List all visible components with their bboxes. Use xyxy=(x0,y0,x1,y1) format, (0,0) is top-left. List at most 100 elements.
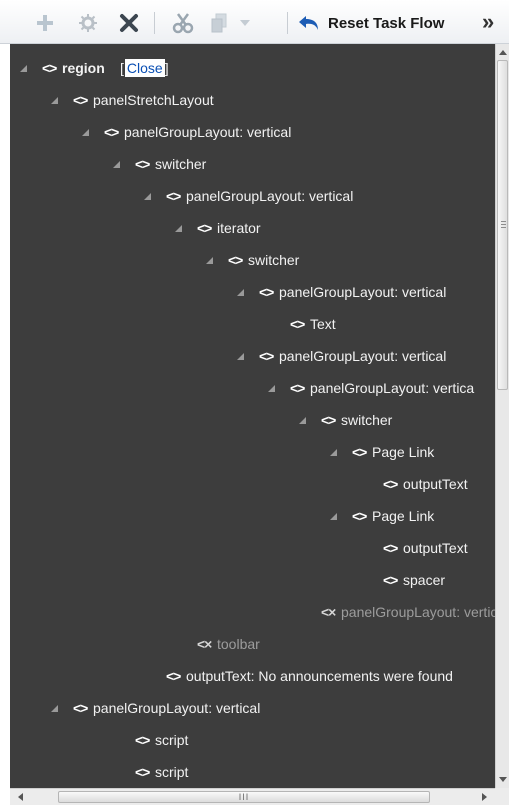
tree-node[interactable]: <> panelGroupLayout: vertical xyxy=(10,692,495,724)
tree-node-label: panelGroupLayout: vertical xyxy=(124,124,292,140)
scroll-right-arrow-icon[interactable] xyxy=(482,793,487,801)
tree-node[interactable]: <> outputText xyxy=(10,468,495,500)
component-icon: <> xyxy=(197,220,212,236)
expand-triangle-icon[interactable] xyxy=(51,705,58,712)
tree-node[interactable]: <> switcher xyxy=(10,244,495,276)
component-icon: <> xyxy=(166,188,181,204)
component-icon: <> xyxy=(290,316,305,332)
tree-node[interactable]: <> Page Link xyxy=(10,500,495,532)
hidden-component-icon: <× xyxy=(321,604,336,620)
copy-icon xyxy=(211,13,227,33)
undo-arrow-icon xyxy=(299,16,318,30)
tree-node-label: panelGroupLayout: vertica xyxy=(310,380,475,396)
component-icon: <> xyxy=(383,476,398,492)
expand-triangle-icon[interactable] xyxy=(20,65,27,72)
toolbar-separator xyxy=(154,12,155,34)
toolbar: Reset Task Flow » xyxy=(0,0,509,44)
tree-node[interactable]: <> panelGroupLayout: vertical xyxy=(10,180,495,212)
toolbar-overflow-button[interactable]: » xyxy=(482,11,494,33)
tree-node[interactable]: <> iterator xyxy=(10,212,495,244)
tree-node[interactable]: <> script xyxy=(10,724,495,756)
expand-triangle-icon[interactable] xyxy=(82,129,89,136)
tree-node-label: panelGroupLayout: vertical xyxy=(93,700,261,716)
delete-button[interactable] xyxy=(116,10,142,36)
tree-node-label: outputText: No announcements were found xyxy=(186,668,453,684)
tree-node[interactable]: <× panelGroupLayout: vertica xyxy=(10,596,495,628)
component-icon: <> xyxy=(259,348,274,364)
expand-triangle-icon[interactable] xyxy=(113,161,120,168)
scroll-left-arrow-icon[interactable] xyxy=(18,793,23,801)
tree-node[interactable]: <× toolbar xyxy=(10,628,495,660)
copy-button[interactable] xyxy=(208,10,230,36)
tree-node-label: panelGroupLayout: vertical xyxy=(279,284,447,300)
expand-triangle-icon[interactable] xyxy=(330,449,337,456)
tree-node-label: switcher xyxy=(248,252,300,268)
expand-triangle-icon[interactable] xyxy=(144,193,151,200)
tree-node[interactable]: <> Page Link xyxy=(10,436,495,468)
paste-dropdown-button[interactable] xyxy=(237,10,253,36)
tree-node-label: panelGroupLayout: vertica xyxy=(341,604,495,620)
expand-triangle-icon[interactable] xyxy=(299,417,306,424)
structure-tree[interactable]: <> region [Close] <> panelStretchLayout <> pan… xyxy=(10,44,495,788)
close-link[interactable]: Close xyxy=(124,59,165,77)
scroll-up-arrow-icon[interactable] xyxy=(499,50,507,55)
component-icon: <> xyxy=(73,92,88,108)
reset-task-flow-button[interactable]: Reset Task Flow xyxy=(298,12,444,34)
component-icon: <> xyxy=(166,668,181,684)
component-icon: <> xyxy=(383,572,398,588)
tree-node[interactable]: <> outputText xyxy=(10,532,495,564)
component-icon: <> xyxy=(135,156,150,172)
expand-triangle-icon[interactable] xyxy=(237,353,244,360)
scrollbar-corner xyxy=(495,788,509,805)
edit-button[interactable] xyxy=(76,10,100,36)
tree-node[interactable]: <> panelStretchLayout xyxy=(10,84,495,116)
add-button[interactable] xyxy=(34,10,56,36)
tree-node-label: Page Link xyxy=(372,508,435,524)
component-icon: <> xyxy=(73,700,88,716)
tree-node-label: switcher xyxy=(341,412,393,428)
expand-triangle-icon[interactable] xyxy=(237,289,244,296)
tree-node[interactable]: <> panelGroupLayout: vertica xyxy=(10,372,495,404)
expand-triangle-icon[interactable] xyxy=(175,225,182,232)
tree-node-label: outputText xyxy=(403,476,468,492)
component-icon: <> xyxy=(135,764,150,780)
tree-node[interactable]: <> spacer xyxy=(10,564,495,596)
horizontal-scrollbar[interactable]: III xyxy=(10,788,495,805)
close-link-wrapper: [Close] xyxy=(120,59,169,77)
component-icon: <> xyxy=(383,540,398,556)
tree-node[interactable]: <> script xyxy=(10,756,495,788)
expand-triangle-icon[interactable] xyxy=(51,97,58,104)
expand-triangle-icon[interactable] xyxy=(206,257,213,264)
chevron-down-icon xyxy=(240,20,250,26)
tree-node-label: toolbar xyxy=(217,636,260,652)
cut-button[interactable] xyxy=(170,10,196,36)
scroll-down-arrow-icon[interactable] xyxy=(499,777,507,782)
vertical-scroll-thumb[interactable] xyxy=(497,60,508,390)
tree-node-label: spacer xyxy=(403,572,446,588)
tree-node[interactable]: <> panelGroupLayout: vertical xyxy=(10,276,495,308)
tree-node-label: panelGroupLayout: vertical xyxy=(279,348,447,364)
component-icon: <> xyxy=(135,732,150,748)
component-icon: <> xyxy=(228,252,243,268)
tree-node[interactable]: <> outputText: No announcements were foun… xyxy=(10,660,495,692)
tree-node[interactable]: <> panelGroupLayout: vertical xyxy=(10,116,495,148)
expand-triangle-icon[interactable] xyxy=(268,385,275,392)
tree-node-label: iterator xyxy=(217,220,261,236)
toolbar-separator xyxy=(287,12,288,34)
expand-triangle-icon[interactable] xyxy=(330,513,337,520)
component-icon: <> xyxy=(321,412,336,428)
close-x-icon xyxy=(120,14,138,32)
component-icon: <> xyxy=(352,508,367,524)
horizontal-scroll-thumb[interactable]: III xyxy=(58,791,430,803)
tree-node-label: switcher xyxy=(155,156,207,172)
reset-task-flow-label: Reset Task Flow xyxy=(328,14,445,32)
tree-node[interactable]: <> switcher xyxy=(10,148,495,180)
tree-node[interactable]: <> switcher xyxy=(10,404,495,436)
tree-node[interactable]: <> region [Close] xyxy=(10,52,495,84)
tree-node[interactable]: <> panelGroupLayout: vertical xyxy=(10,340,495,372)
component-icon: <> xyxy=(42,60,57,76)
vertical-scrollbar[interactable] xyxy=(495,44,509,788)
tree-node[interactable]: <> Text xyxy=(10,308,495,340)
tree-node-label: panelGroupLayout: vertical xyxy=(186,188,354,204)
tree-node-label: panelStretchLayout xyxy=(93,92,214,108)
